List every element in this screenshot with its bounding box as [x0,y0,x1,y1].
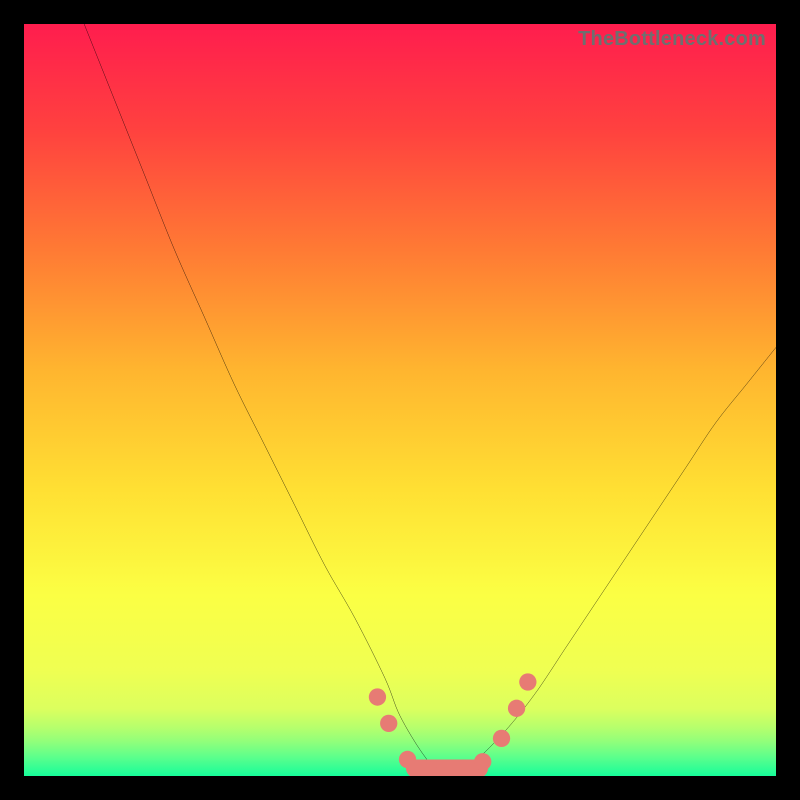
chart-svg [24,24,776,776]
marker-dot [508,700,525,717]
marker-dot [474,753,491,770]
watermark-text: TheBottleneck.com [578,28,766,51]
marker-dot [399,751,416,768]
bottleneck-curve [84,24,776,770]
marker-dot [380,715,397,732]
marker-dot [369,688,386,705]
marker-dot [493,730,510,747]
plot-area: TheBottleneck.com [24,24,776,776]
curve-group [84,24,776,776]
marker-dot [519,673,536,690]
